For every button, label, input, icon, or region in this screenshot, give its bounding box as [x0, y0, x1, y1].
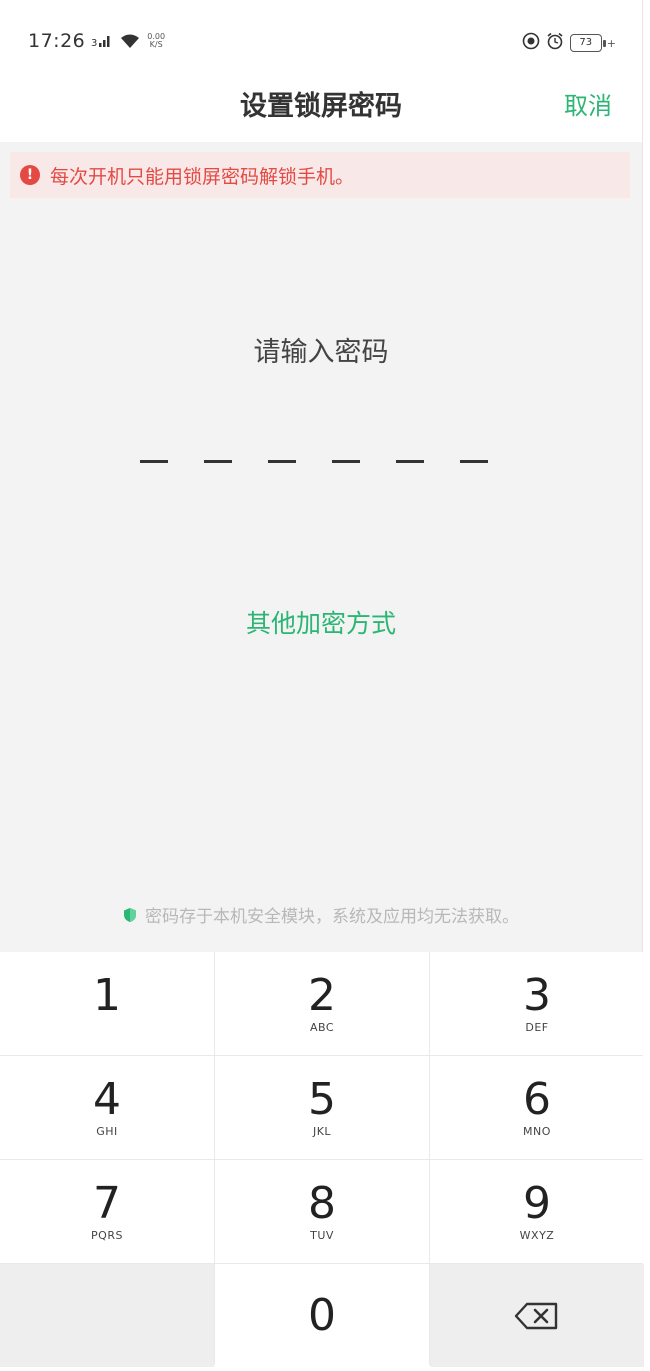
net-speed: 0.00 K/S — [147, 33, 165, 49]
wifi-icon — [119, 33, 141, 49]
status-right: 73 + — [522, 32, 616, 54]
key-4[interactable]: 4 GHI — [0, 1056, 214, 1159]
password-prompt: 请输入密码 — [253, 337, 389, 368]
warning-icon: ! — [20, 165, 40, 185]
key-digit: 3 — [523, 969, 551, 1021]
battery-icon: 73 + — [569, 34, 616, 52]
key-0[interactable]: 0 — [215, 1264, 429, 1367]
backspace-button[interactable] — [430, 1264, 644, 1367]
page-title: 设置锁屏密码 — [240, 91, 402, 122]
pin-slot — [140, 460, 168, 463]
key-digit: 4 — [93, 1073, 121, 1125]
key-digit: 1 — [93, 969, 121, 1021]
key-5[interactable]: 5 JKL — [215, 1056, 429, 1159]
charging-icon: + — [606, 36, 616, 50]
key-digit: 7 — [93, 1177, 121, 1229]
key-letters: JKL — [312, 1124, 332, 1138]
other-encryption-methods-link[interactable]: 其他加密方式 — [0, 604, 642, 640]
key-digit: 2 — [308, 969, 336, 1021]
warning-text: 每次开机只能用锁屏密码解锁手机。 — [50, 165, 355, 188]
pin-slot — [396, 460, 424, 463]
key-letters: ABC — [309, 1020, 335, 1034]
numeric-keypad: 1 2 ABC 3 DEF 4 GHI 5 JKL 6 MNO 7 PQRS 8 — [0, 952, 644, 1367]
signal-icon: 3 — [91, 33, 113, 49]
key-2[interactable]: 2 ABC — [215, 952, 429, 1055]
content-area: ! 每次开机只能用锁屏密码解锁手机。 请输入密码 其他加密方式 密码存于本机安全… — [0, 142, 642, 952]
shield-icon — [123, 907, 137, 923]
header: 设置锁屏密码 取消 — [0, 72, 642, 134]
net-speed-unit: K/S — [149, 40, 163, 49]
status-left: 17:26 3 0.00 K/S — [28, 30, 165, 52]
security-note-text: 密码存于本机安全模块，系统及应用均无法获取。 — [145, 907, 519, 927]
pin-slot — [460, 460, 488, 463]
key-empty — [0, 1264, 214, 1367]
battery-level: 73 — [569, 34, 602, 52]
key-9[interactable]: 9 WXYZ — [430, 1160, 644, 1263]
alarm-icon — [546, 32, 564, 54]
key-digit: 9 — [523, 1177, 551, 1229]
location-icon — [522, 32, 540, 54]
key-6[interactable]: 6 MNO — [430, 1056, 644, 1159]
svg-text:3: 3 — [91, 38, 97, 49]
status-bar: 17:26 3 0.00 K/S 73 + — [0, 26, 642, 62]
key-letters: MNO — [523, 1124, 551, 1138]
key-letters: GHI — [96, 1124, 118, 1138]
backspace-icon — [514, 1301, 560, 1331]
warning-banner: ! 每次开机只能用锁屏密码解锁手机。 — [10, 152, 630, 198]
key-8[interactable]: 8 TUV — [215, 1160, 429, 1263]
key-letters: WXYZ — [519, 1228, 555, 1242]
key-digit: 8 — [308, 1177, 336, 1229]
battery-tip — [602, 39, 606, 47]
key-letters: TUV — [310, 1228, 334, 1242]
screen: 17:26 3 0.00 K/S 73 + 设置锁屏密码 取消 ! 每次开机只能… — [0, 0, 644, 1367]
cancel-button[interactable]: 取消 — [564, 86, 612, 121]
key-7[interactable]: 7 PQRS — [0, 1160, 214, 1263]
pin-slot — [204, 460, 232, 463]
status-time: 17:26 — [28, 30, 86, 52]
key-1[interactable]: 1 — [0, 952, 214, 1055]
key-digit: 6 — [523, 1073, 551, 1125]
key-digit: 5 — [308, 1073, 336, 1125]
pin-slot — [268, 460, 296, 463]
key-letters: PQRS — [91, 1228, 123, 1242]
key-digit: 0 — [308, 1289, 336, 1341]
key-3[interactable]: 3 DEF — [430, 952, 644, 1055]
key-letters: DEF — [525, 1020, 549, 1034]
pin-slot — [332, 460, 360, 463]
security-note: 密码存于本机安全模块，系统及应用均无法获取。 — [0, 902, 642, 927]
pin-placeholder[interactable] — [140, 460, 488, 463]
